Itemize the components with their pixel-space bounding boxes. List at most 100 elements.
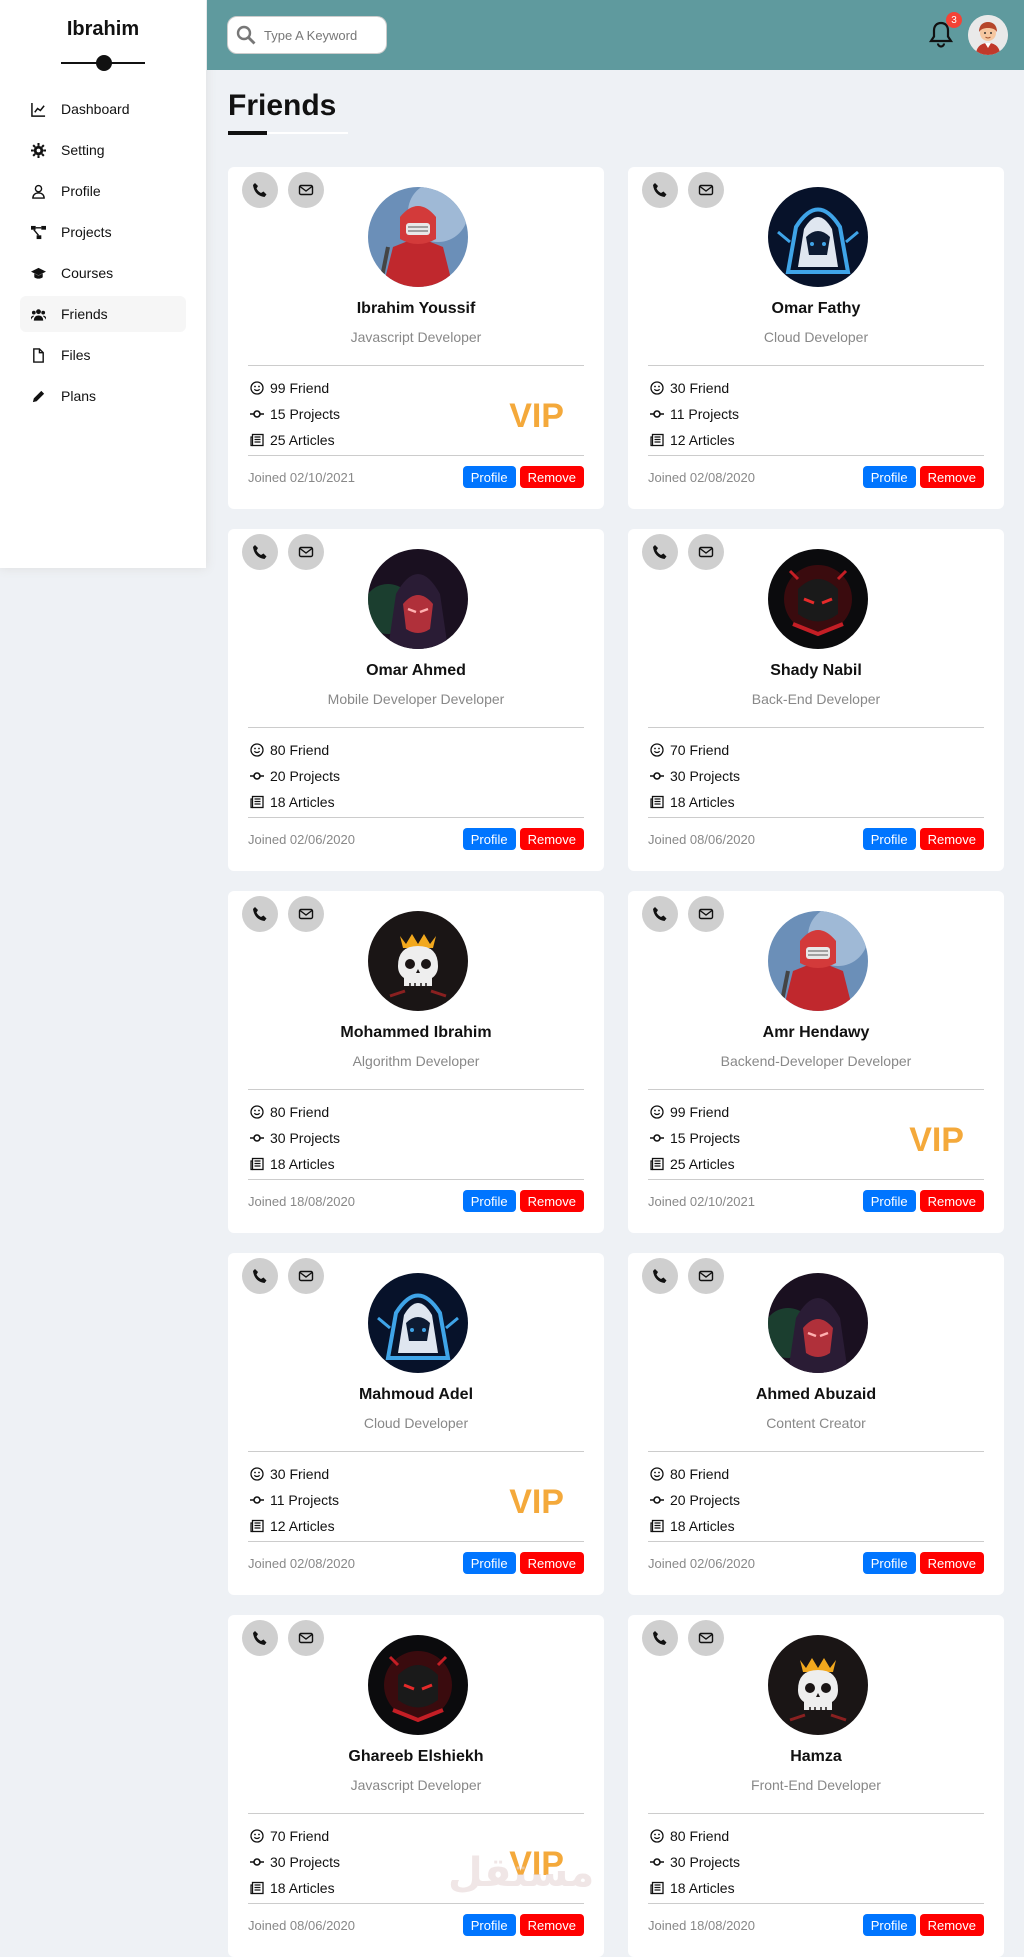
projects-count-text: 30 Projects: [270, 1854, 341, 1870]
friend-avatar[interactable]: [768, 1635, 868, 1735]
page-title: Friends: [228, 89, 337, 122]
email-button[interactable]: [288, 1620, 324, 1656]
friends-grid: Ibrahim Youssif Javascript Developer 99 …: [228, 167, 1004, 1957]
phone-icon: [653, 907, 667, 921]
envelope-icon: [298, 184, 314, 196]
commit-icon: [250, 1858, 264, 1866]
search-input[interactable]: [264, 27, 374, 43]
profile-button[interactable]: Profile: [862, 1552, 916, 1574]
friends-count-text: 99 Friend: [670, 1104, 730, 1120]
articles-count-text: 25 Articles: [670, 1156, 735, 1172]
call-button[interactable]: [242, 1258, 278, 1294]
commit-icon: [650, 410, 664, 418]
graduation-cap-icon: [30, 265, 46, 281]
sidebar-item-setting[interactable]: Setting: [20, 132, 186, 168]
contact-actions: [642, 896, 724, 932]
remove-button[interactable]: Remove: [919, 1190, 984, 1212]
remove-button[interactable]: Remove: [919, 1914, 984, 1936]
call-button[interactable]: [642, 1620, 678, 1656]
contact-actions: [242, 1258, 324, 1294]
divider: [248, 365, 584, 366]
brand-divider: [61, 55, 145, 71]
profile-button[interactable]: Profile: [462, 828, 516, 850]
call-button[interactable]: [242, 1620, 278, 1656]
notification-bell[interactable]: 3: [928, 12, 962, 48]
friend-avatar[interactable]: [368, 187, 468, 287]
newspaper-icon: [650, 1519, 664, 1533]
friend-avatar[interactable]: [368, 911, 468, 1011]
profile-button[interactable]: Profile: [862, 466, 916, 488]
call-button[interactable]: [642, 172, 678, 208]
email-button[interactable]: [688, 896, 724, 932]
friend-avatar[interactable]: [768, 911, 868, 1011]
profile-button[interactable]: Profile: [462, 466, 516, 488]
friend-stats: 80 Friend 20 Projects 18 Articles: [650, 1461, 740, 1539]
call-button[interactable]: [642, 1258, 678, 1294]
sidebar-item-courses[interactable]: Courses: [20, 255, 186, 291]
friend-avatar[interactable]: [368, 1273, 468, 1373]
projects-count: 11 Projects: [250, 1487, 339, 1513]
search-box[interactable]: [227, 16, 387, 54]
remove-button[interactable]: Remove: [519, 1552, 584, 1574]
friend-avatar[interactable]: [768, 187, 868, 287]
email-button[interactable]: [688, 534, 724, 570]
commit-icon: [250, 772, 264, 780]
avatar[interactable]: [968, 15, 1008, 55]
sidebar-item-label: Setting: [61, 142, 105, 158]
friends-count-text: 30 Friend: [670, 380, 730, 396]
title-underline: [228, 131, 348, 135]
sidebar-item-projects[interactable]: Projects: [20, 214, 186, 250]
sidebar-item-plans[interactable]: Plans: [20, 378, 186, 414]
friend-avatar[interactable]: [768, 549, 868, 649]
friends-count-text: 70 Friend: [270, 1828, 330, 1844]
smile-icon: [650, 1105, 664, 1119]
remove-button[interactable]: Remove: [919, 828, 984, 850]
profile-button[interactable]: Profile: [862, 1914, 916, 1936]
sidebar-item-profile[interactable]: Profile: [20, 173, 186, 209]
call-button[interactable]: [242, 896, 278, 932]
sidebar-item-friends[interactable]: Friends: [20, 296, 186, 332]
friend-stats: 99 Friend 15 Projects 25 Articles: [650, 1099, 740, 1177]
sidebar-item-dashboard[interactable]: Dashboard: [20, 91, 186, 127]
divider: [248, 727, 584, 728]
smile-icon: [250, 1467, 264, 1481]
call-button[interactable]: [242, 534, 278, 570]
profile-button[interactable]: Profile: [462, 1552, 516, 1574]
friend-stats: 30 Friend 11 Projects 12 Articles: [650, 375, 739, 453]
call-button[interactable]: [242, 172, 278, 208]
email-button[interactable]: [688, 1258, 724, 1294]
profile-button[interactable]: Profile: [862, 1190, 916, 1212]
remove-button[interactable]: Remove: [919, 466, 984, 488]
sidebar-nav: Dashboard Setting Profile Projects Cours…: [0, 91, 206, 414]
email-button[interactable]: [288, 1258, 324, 1294]
email-button[interactable]: [288, 172, 324, 208]
email-button[interactable]: [688, 1620, 724, 1656]
friend-name: Mahmoud Adel: [358, 1386, 474, 1403]
remove-button[interactable]: Remove: [919, 1552, 984, 1574]
remove-button[interactable]: Remove: [519, 1914, 584, 1936]
friend-avatar[interactable]: [368, 1635, 468, 1735]
call-button[interactable]: [642, 534, 678, 570]
contact-actions: [642, 1620, 724, 1656]
profile-button[interactable]: Profile: [462, 1190, 516, 1212]
profile-button[interactable]: Profile: [462, 1914, 516, 1936]
friend-name: Ghareeb Elshiekh: [348, 1748, 484, 1765]
commit-icon: [650, 1496, 664, 1504]
remove-button[interactable]: Remove: [519, 1190, 584, 1212]
sidebar-item-files[interactable]: Files: [20, 337, 186, 373]
friend-card: Ghareeb Elshiekh Javascript Developer 70…: [228, 1615, 604, 1957]
friend-job: Cloud Developer: [363, 1415, 469, 1431]
remove-button[interactable]: Remove: [519, 828, 584, 850]
friends-count-text: 80 Friend: [670, 1828, 730, 1844]
sidebar-item-label: Profile: [61, 183, 101, 199]
profile-button[interactable]: Profile: [862, 828, 916, 850]
email-button[interactable]: [288, 896, 324, 932]
email-button[interactable]: [688, 172, 724, 208]
projects-count-text: 15 Projects: [270, 406, 341, 422]
card-actions: Profile Remove: [462, 1914, 584, 1936]
email-button[interactable]: [288, 534, 324, 570]
remove-button[interactable]: Remove: [519, 466, 584, 488]
friend-avatar[interactable]: [368, 549, 468, 649]
call-button[interactable]: [642, 896, 678, 932]
friend-avatar[interactable]: [768, 1273, 868, 1373]
